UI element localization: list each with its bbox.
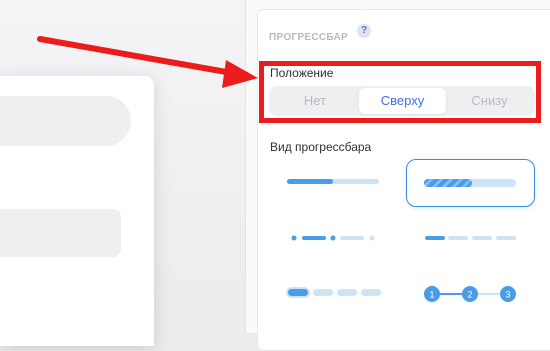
help-icon[interactable]: ?	[357, 24, 371, 38]
segment-filled	[425, 236, 445, 240]
dots-progress-graphic	[291, 235, 375, 241]
segment-empty	[496, 236, 516, 240]
pill-empty	[337, 289, 357, 296]
progressbar-view-label: Вид прогрессбара	[270, 140, 372, 154]
highlight-box	[259, 61, 541, 123]
step-number: 2	[467, 290, 472, 300]
section-title: ПРОГРЕССБАР	[269, 32, 348, 43]
progress-fill	[287, 179, 333, 184]
preview-field	[0, 96, 131, 146]
pill-empty	[313, 289, 333, 296]
progress-style-option-striped[interactable]	[406, 159, 535, 207]
progress-style-option-plain[interactable]	[275, 164, 390, 200]
step-number: 1	[429, 290, 434, 300]
steps-progress-graphic: 1 2 3	[424, 286, 516, 302]
pill-filled	[288, 289, 308, 296]
preview-field	[0, 209, 121, 257]
progress-style-option-pills[interactable]	[280, 283, 390, 303]
step-number: 3	[505, 290, 510, 300]
progress-style-option-steps[interactable]: 1 2 3	[420, 283, 520, 305]
pill-empty	[361, 289, 381, 296]
progress-style-option-segments[interactable]	[420, 228, 520, 248]
progress-fill	[424, 179, 472, 187]
segment-empty	[472, 236, 492, 240]
progress-style-option-dots[interactable]	[284, 228, 384, 248]
segment-empty	[448, 236, 468, 240]
